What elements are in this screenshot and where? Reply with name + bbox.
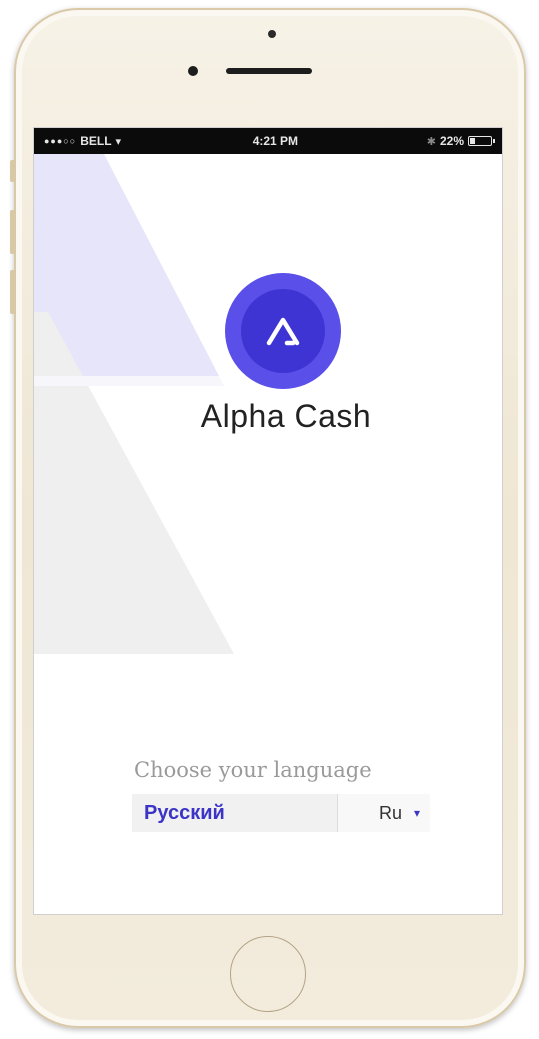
battery-info: ✱ 22% [426, 134, 495, 148]
home-button[interactable] [230, 936, 306, 1012]
mute-switch [10, 160, 16, 182]
battery-percent: 22% [439, 134, 464, 148]
earpiece-speaker [226, 68, 312, 74]
top-sensor [268, 30, 276, 38]
app-logo [225, 273, 341, 389]
chevron-down-icon: ▾ [413, 806, 420, 820]
status-bar: ●●●○○ BELL ▾ 4:21 PM ✱ 22% [34, 128, 502, 154]
selected-language-code: Ru [378, 802, 402, 823]
language-label: Choose your language [134, 758, 372, 782]
status-time: 4:21 PM [252, 134, 299, 148]
app-title: Alpha Cash [200, 398, 372, 434]
signal-strength-icon: ●●●○○ [44, 136, 77, 146]
carrier-name: BELL [80, 134, 112, 148]
language-picker[interactable]: Русский Ru ▾ [132, 794, 430, 832]
front-camera [188, 66, 198, 76]
volume-down-button [10, 270, 16, 314]
language-code-dropdown[interactable]: Ru ▾ [338, 794, 430, 832]
app-screen: ●●●○○ BELL ▾ 4:21 PM ✱ 22% Alpha Cash Ch… [33, 127, 503, 915]
app-logo-inner [241, 289, 325, 373]
decor-light-stripe [34, 376, 224, 386]
alpha-triangle-icon [266, 317, 300, 346]
wifi-icon: ▾ [115, 135, 122, 148]
battery-icon [468, 136, 495, 146]
carrier-info: ●●●○○ BELL ▾ [44, 134, 194, 148]
bluetooth-icon: ✱ [426, 135, 436, 148]
volume-up-button [10, 210, 16, 254]
selected-language-name[interactable]: Русский [132, 794, 338, 832]
